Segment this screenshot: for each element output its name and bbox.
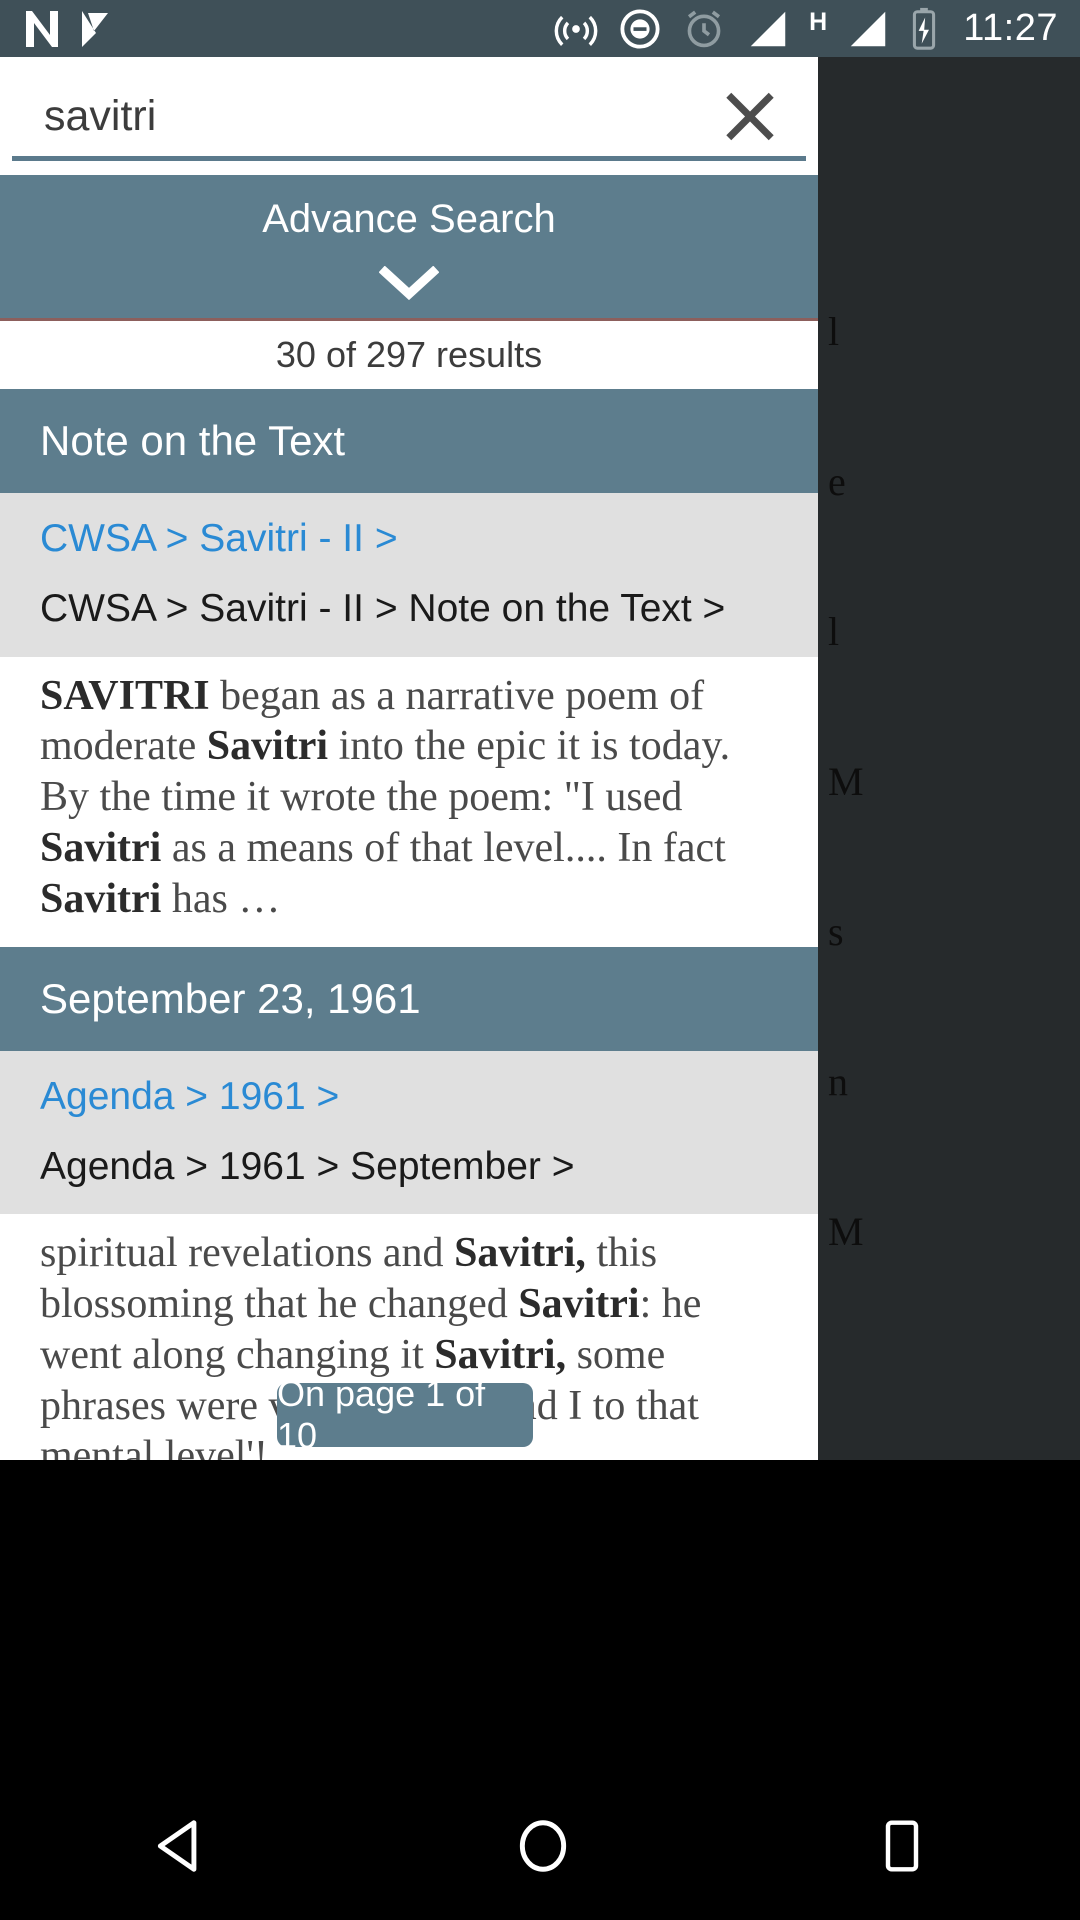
chevron-down-icon[interactable]: [379, 266, 439, 300]
do-not-disturb-icon: [620, 8, 660, 49]
background-text-line: M: [828, 1209, 864, 1254]
status-bar-right-icons: H 11:27: [553, 6, 1058, 52]
status-bar-left-icons: [22, 7, 114, 51]
result-title[interactable]: September 23, 1961: [0, 946, 818, 1051]
toast-message: On page 1 of 10: [277, 1373, 533, 1456]
status-bar: H 11:27: [0, 0, 1080, 57]
background-text-line: l: [828, 609, 840, 654]
background-text-line: l: [828, 309, 840, 354]
signal-2-icon: [850, 11, 886, 46]
n-app-icon: [26, 10, 58, 47]
android-navigation-bar: [0, 1772, 1080, 1920]
signal-1-icon: [750, 11, 786, 46]
clear-icon[interactable]: [714, 80, 786, 152]
toast-label: On page 1 of 10: [277, 1373, 486, 1456]
result-breadcrumb-path: CWSA > Savitri - II > Note on the Text >: [40, 587, 726, 630]
results-count: 30 of 297 results: [0, 321, 818, 389]
home-icon[interactable]: [512, 1815, 574, 1877]
back-icon[interactable]: [150, 1815, 212, 1877]
alarm-icon: [687, 10, 721, 47]
advance-search-toggle[interactable]: Advance Search: [0, 175, 818, 321]
search-underline: [12, 156, 806, 161]
result-breadcrumb-path: Agenda > 1961 > September >: [40, 1144, 575, 1188]
checkmark-app-icon: [82, 10, 108, 47]
result-title[interactable]: Note on the Text: [0, 389, 818, 493]
result-breadcrumb-link[interactable]: CWSA > Savitri - II >: [40, 517, 818, 561]
network-type-label: H: [809, 7, 828, 36]
background-text-line: M: [828, 759, 864, 804]
background-text-line: n: [828, 1059, 848, 1104]
search-dialog: Advance Search 30 of 297 results Note on…: [0, 57, 818, 1460]
result-excerpt: SAVITRI began as a narrative poem of mod…: [0, 656, 818, 947]
status-bar-clock: 11:27: [963, 7, 1058, 49]
search-bar: [0, 57, 818, 175]
search-input[interactable]: [44, 91, 714, 141]
search-result-item[interactable]: Note on the Text CWSA > Savitri - II > C…: [0, 389, 818, 947]
result-breadcrumbs: Agenda > 1961 > Agenda > 1961 > Septembe…: [0, 1050, 818, 1215]
advance-search-label: Advance Search: [262, 197, 556, 241]
background-text-line: s: [828, 909, 844, 954]
result-breadcrumb-link[interactable]: Agenda > 1961 >: [40, 1075, 818, 1119]
background-text-line: e: [828, 459, 846, 504]
cast-icon: [554, 15, 598, 46]
result-breadcrumbs: CWSA > Savitri - II > CWSA > Savitri - I…: [0, 493, 818, 657]
battery-charging-icon: [913, 7, 936, 50]
recents-icon[interactable]: [874, 1815, 930, 1877]
background-page-text: l e l M s n M: [820, 57, 1080, 1460]
